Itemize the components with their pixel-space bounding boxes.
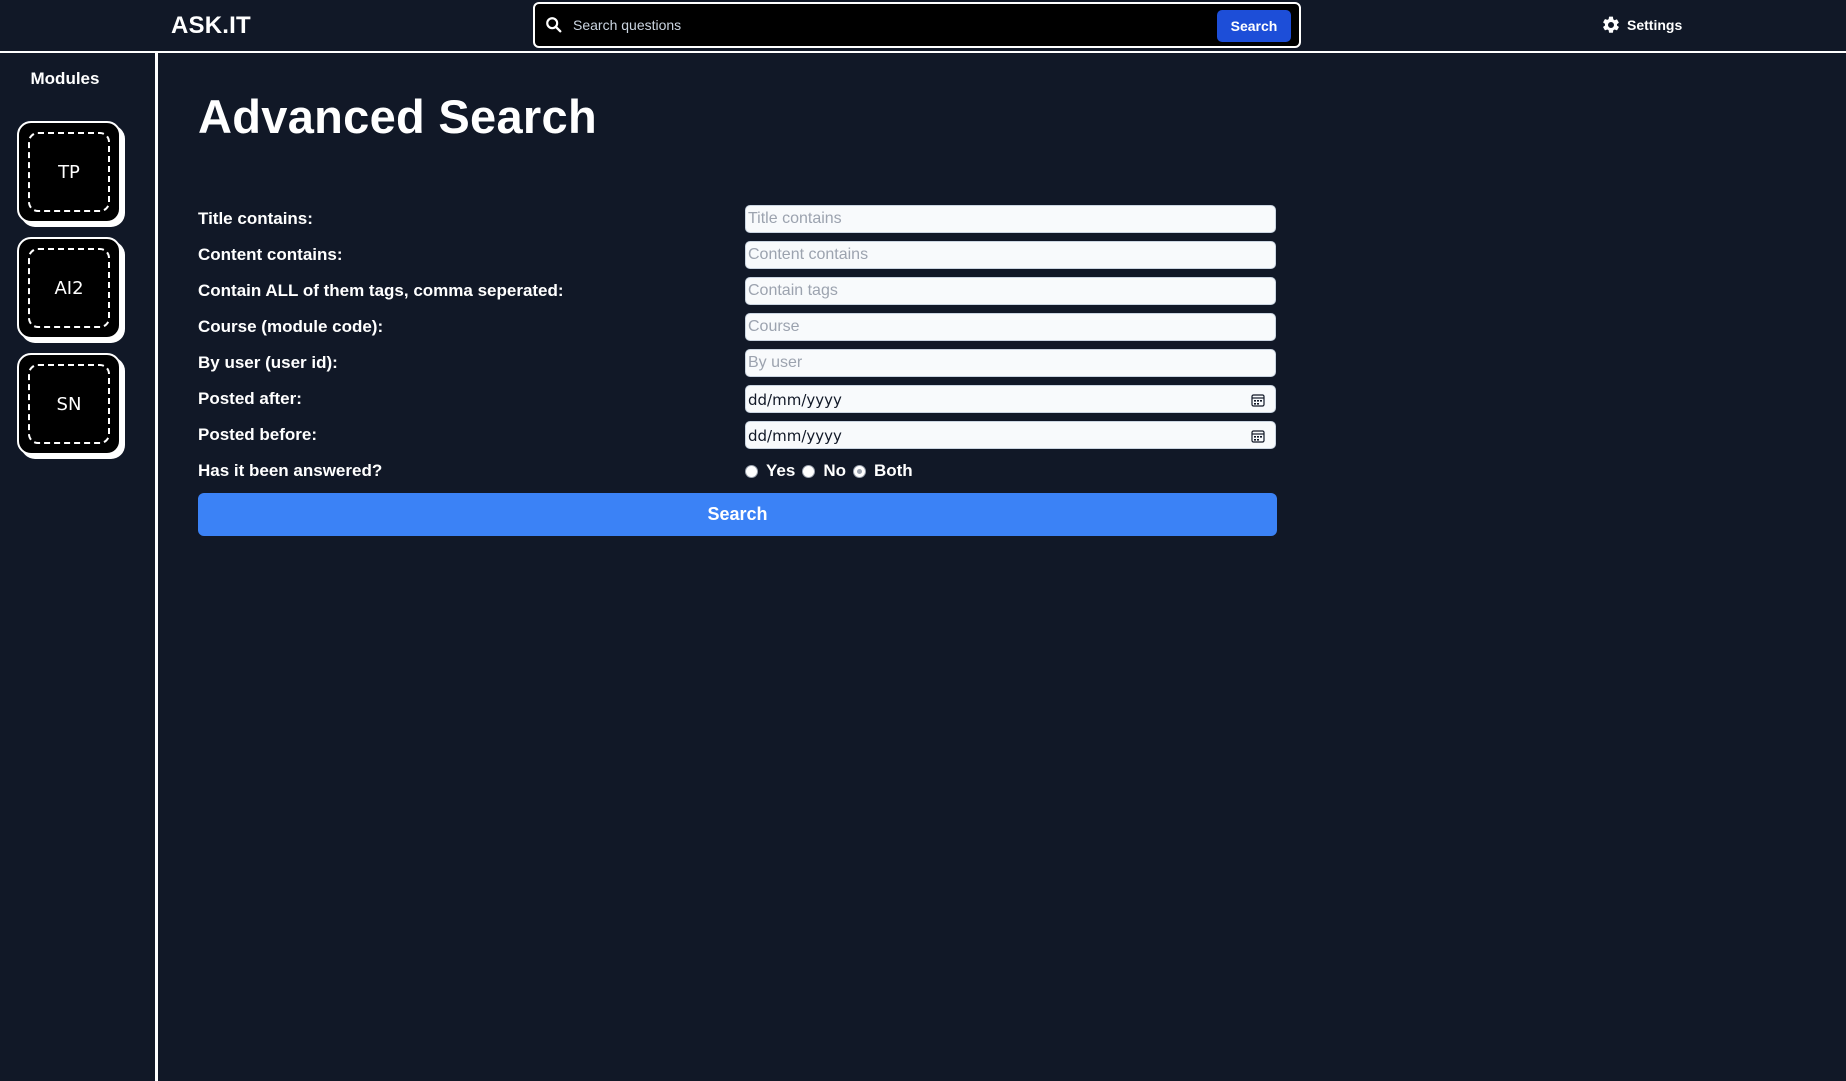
- form-row-answered: Has it been answered? Yes No Both: [198, 457, 1278, 485]
- user-input[interactable]: [745, 349, 1276, 377]
- tags-input[interactable]: [745, 277, 1276, 305]
- module-label: AI2: [28, 248, 110, 328]
- title-input[interactable]: [745, 205, 1276, 233]
- course-label: Course (module code):: [198, 317, 384, 336]
- calendar-icon[interactable]: [1251, 393, 1265, 407]
- radio-label: Both: [873, 461, 913, 480]
- posted-before-label: Posted before:: [198, 425, 318, 444]
- form-row-course: Course (module code):: [198, 313, 1278, 341]
- main-content: Advanced Search Title contains: Content …: [198, 53, 1798, 1053]
- module-tile-tp[interactable]: TP: [17, 121, 121, 223]
- sidebar-title: Modules: [30, 69, 100, 88]
- posted-after-label: Posted after:: [198, 389, 302, 408]
- answered-label: Has it been answered?: [198, 461, 383, 480]
- gear-icon: [1603, 16, 1619, 33]
- radio-both[interactable]: Both: [852, 461, 913, 481]
- settings-label: Settings: [1627, 17, 1683, 33]
- calendar-icon[interactable]: [1251, 429, 1265, 443]
- radio-label: No: [823, 461, 846, 480]
- form-row-posted-after: Posted after: dd/mm/yyyy: [198, 385, 1278, 413]
- posted-after-date-input[interactable]: dd/mm/yyyy: [745, 385, 1276, 413]
- module-tile-ai2[interactable]: AI2: [17, 237, 121, 339]
- advanced-search-submit-button[interactable]: Search: [198, 493, 1277, 536]
- user-label: By user (user id):: [198, 353, 338, 372]
- search-button[interactable]: Search: [1217, 10, 1291, 42]
- module-label: TP: [28, 132, 110, 212]
- search-input[interactable]: [573, 12, 1233, 38]
- title-label: Title contains:: [198, 209, 313, 228]
- radio-no[interactable]: No: [802, 461, 846, 481]
- course-input[interactable]: [745, 313, 1276, 341]
- top-bar: ASK.IT Search Settings: [0, 0, 1846, 53]
- form-row-title: Title contains:: [198, 205, 1278, 233]
- date-placeholder: dd/mm/yyyy: [748, 391, 842, 409]
- date-placeholder: dd/mm/yyyy: [748, 427, 842, 445]
- form-row-tags: Contain ALL of them tags, comma seperate…: [198, 277, 1278, 305]
- posted-before-date-input[interactable]: dd/mm/yyyy: [745, 421, 1276, 449]
- radio-button[interactable]: [745, 464, 758, 478]
- logo[interactable]: ASK.IT: [171, 12, 251, 40]
- module-label: SN: [28, 364, 110, 444]
- sidebar: Modules TP AI2 SN: [0, 53, 158, 1081]
- form-row-content: Content contains:: [198, 241, 1278, 269]
- module-tile-sn[interactable]: SN: [17, 353, 121, 455]
- radio-label: Yes: [766, 461, 796, 480]
- radio-button[interactable]: [802, 464, 816, 478]
- radio-yes[interactable]: Yes: [745, 461, 795, 481]
- search-bar: Search: [533, 2, 1301, 48]
- answered-radio-group: Yes No Both: [745, 459, 920, 483]
- search-icon: [546, 17, 562, 33]
- settings-link[interactable]: Settings: [1601, 14, 1682, 36]
- tags-label: Contain ALL of them tags, comma seperate…: [198, 281, 564, 300]
- page-title: Advanced Search: [198, 90, 597, 143]
- form-row-posted-before: Posted before: dd/mm/yyyy: [198, 421, 1278, 449]
- content-label: Content contains:: [198, 245, 343, 264]
- radio-button-selected[interactable]: [852, 464, 866, 478]
- form-row-user: By user (user id):: [198, 349, 1278, 377]
- content-input[interactable]: [745, 241, 1276, 269]
